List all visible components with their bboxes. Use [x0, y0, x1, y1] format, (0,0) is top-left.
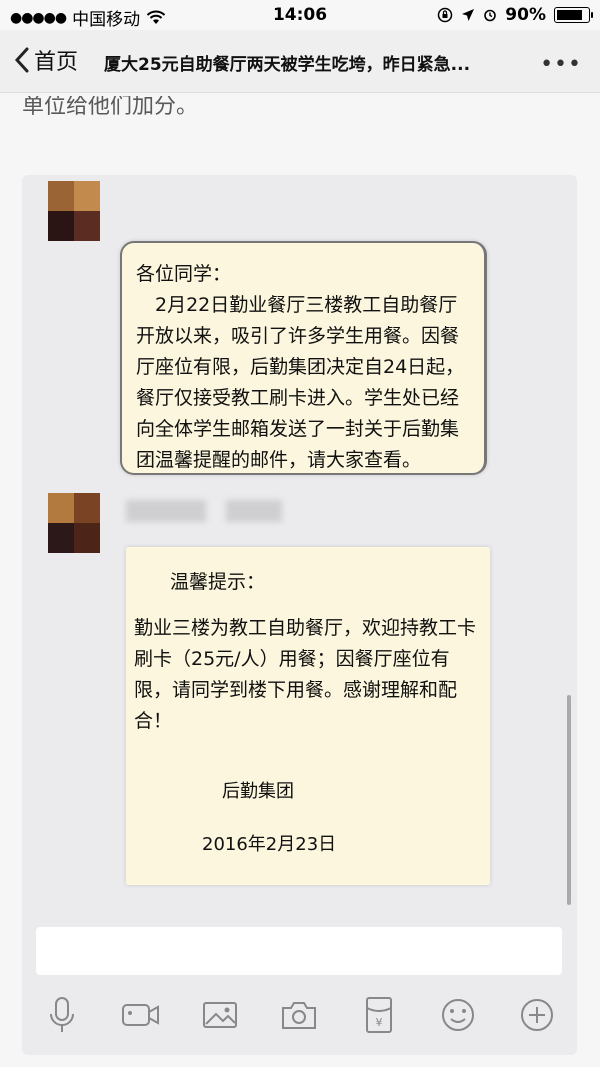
- microphone-icon[interactable]: [42, 995, 82, 1035]
- nav-bar: 首页 厦大25元自助餐厅两天被学生吃垮，昨日紧急... •••: [0, 30, 600, 93]
- svg-text:¥: ¥: [375, 1016, 382, 1029]
- avatar: [48, 493, 100, 553]
- notice-signature: 后勤集团: [222, 781, 294, 802]
- chevron-left-icon: [14, 47, 29, 73]
- sender-name-blurred: [126, 500, 206, 522]
- page-title: 厦大25元自助餐厅两天被学生吃垮，昨日紧急...: [104, 55, 471, 75]
- message-input[interactable]: [36, 927, 562, 975]
- battery-icon: [554, 7, 593, 23]
- message-body: 2月22日勤业餐厅三楼教工自助餐厅开放以来，吸引了许多学生用餐。因餐厅座位有限，…: [136, 294, 465, 471]
- alarm-icon: [484, 9, 497, 22]
- camera-icon[interactable]: [279, 995, 319, 1035]
- more-icon[interactable]: •••: [540, 52, 582, 77]
- message-image-bubble: 温馨提示： 勤业三楼为教工自助餐厅，欢迎持教工卡刷卡（25元/人）用餐；因餐厅座…: [126, 547, 490, 885]
- back-label: 首页: [34, 50, 79, 75]
- scrollbar[interactable]: [567, 695, 571, 905]
- notice-date: 2016年2月23日: [202, 834, 337, 855]
- status-bar: ●●●●● 中国移动 14:06 90%: [0, 0, 600, 30]
- red-packet-icon[interactable]: ¥: [359, 995, 399, 1035]
- sender-name-blurred: [226, 500, 282, 522]
- message-bubble: 各位同学： 2月22日勤业餐厅三楼教工自助餐厅开放以来，吸引了许多学生用餐。因餐…: [120, 241, 487, 475]
- message-greeting: 各位同学：: [136, 263, 232, 285]
- avatar: [48, 181, 100, 241]
- rotation-lock-icon: [438, 7, 453, 23]
- location-icon: [462, 9, 475, 21]
- battery-percent: 90%: [505, 5, 546, 25]
- back-button[interactable]: 首页: [14, 44, 78, 76]
- emoji-icon[interactable]: [438, 995, 478, 1035]
- plus-icon[interactable]: [517, 995, 557, 1035]
- chat-toolbar: ¥: [22, 987, 577, 1043]
- image-icon[interactable]: [200, 995, 240, 1035]
- chat-screenshot: 各位同学： 2月22日勤业餐厅三楼教工自助餐厅开放以来，吸引了许多学生用餐。因餐…: [22, 175, 577, 1055]
- video-icon[interactable]: [121, 995, 161, 1035]
- notice-heading: 温馨提示：: [170, 571, 266, 593]
- notice-body: 勤业三楼为教工自助餐厅，欢迎持教工卡刷卡（25元/人）用餐；因餐厅座位有限，请同…: [134, 617, 477, 732]
